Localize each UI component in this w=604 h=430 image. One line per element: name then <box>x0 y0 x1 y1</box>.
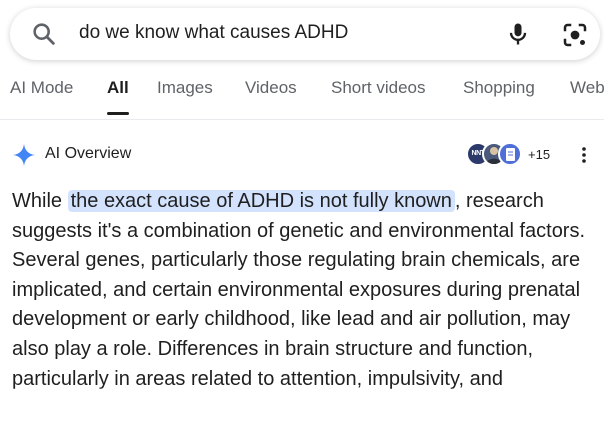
tab-short-videos[interactable]: Short videos <box>331 78 426 98</box>
search-tabs: AI Mode All Images Videos Short videos S… <box>0 68 604 120</box>
ai-overview-header: AI Overview NNT +15 <box>0 136 604 172</box>
google-search-page: do we know what causes ADHD AI Mode All … <box>0 0 604 430</box>
answer-body: , research suggests it's a combination o… <box>12 190 586 390</box>
tab-ai-mode[interactable]: AI Mode <box>10 78 73 98</box>
answer-highlight: the exact cause of ADHD is not fully kno… <box>67 190 455 212</box>
answer-prefix: While <box>12 190 68 212</box>
more-vert-icon[interactable] <box>576 146 592 164</box>
tab-images[interactable]: Images <box>157 78 213 98</box>
tab-all[interactable]: All <box>107 78 129 98</box>
source-avatar[interactable] <box>498 142 522 166</box>
sparkle-icon <box>13 144 35 166</box>
content-fade <box>0 388 604 430</box>
source-count[interactable]: +15 <box>528 147 550 162</box>
document-icon <box>506 148 515 161</box>
ai-overview-title: AI Overview <box>45 145 132 162</box>
tab-videos[interactable]: Videos <box>245 78 297 98</box>
lens-icon[interactable] <box>560 20 590 50</box>
ai-overview-answer: While the exact cause of ADHD is not ful… <box>12 187 602 394</box>
search-icon[interactable] <box>30 20 58 48</box>
mic-icon[interactable] <box>504 20 532 48</box>
source-avatars[interactable]: NNT +15 <box>466 141 550 167</box>
active-tab-indicator <box>107 112 129 115</box>
search-input[interactable]: do we know what causes ADHD <box>79 22 348 44</box>
tab-web[interactable]: Web <box>570 78 604 98</box>
tab-shopping[interactable]: Shopping <box>463 78 535 98</box>
search-bar[interactable]: do we know what causes ADHD <box>10 8 600 60</box>
